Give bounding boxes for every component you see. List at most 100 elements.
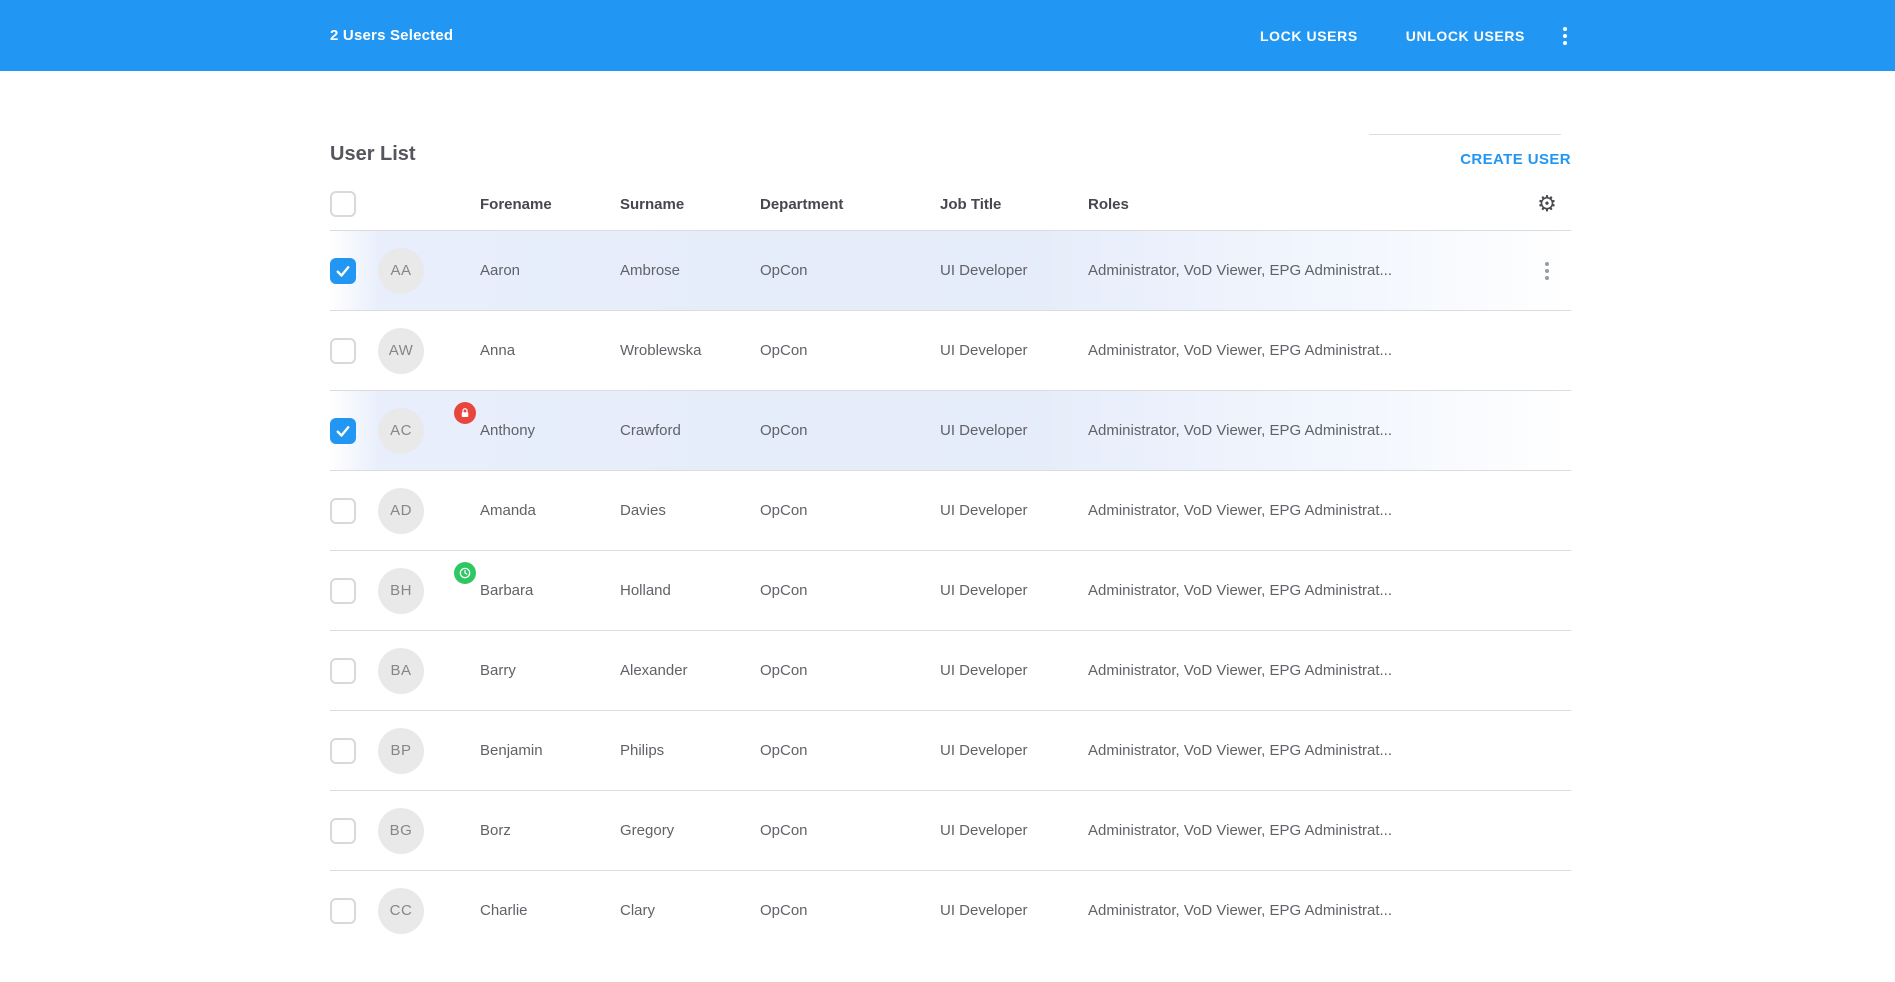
avatar-initials: CC [390, 902, 413, 919]
table-row[interactable]: AA Aaron Ambrose OpCon UI Developer [330, 230, 1571, 310]
row-checkbox[interactable] [330, 818, 356, 844]
department-cell: OpCon [760, 742, 940, 759]
column-header-job-title: Job Title [940, 196, 1088, 213]
surname-cell: Gregory [620, 822, 760, 839]
page-title: User List [330, 143, 416, 178]
row-checkbox[interactable] [330, 258, 356, 284]
roles-cell: Administrator, VoD Viewer, EPG Administr… [1088, 902, 1523, 919]
table-row[interactable]: BP Benjamin Philips OpCon UI Developer [330, 710, 1571, 790]
department-cell: OpCon [760, 262, 940, 279]
row-checkbox[interactable] [330, 578, 356, 604]
avatar: AW [378, 328, 424, 374]
department-cell: OpCon [760, 502, 940, 519]
surname-cell: Wroblewska [620, 342, 760, 359]
avatar: BP [378, 728, 424, 774]
column-header-forename: Forename [480, 196, 620, 213]
row-overflow-menu-icon[interactable] [1535, 256, 1559, 286]
user-table-body: AA Aaron Ambrose OpCon UI Developer [330, 230, 1571, 950]
job-title-cell: UI Developer [940, 502, 1088, 519]
surname-cell: Philips [620, 742, 760, 759]
avatar-initials: BP [390, 742, 411, 759]
roles-cell: Administrator, VoD Viewer, EPG Administr… [1088, 742, 1523, 759]
roles-cell: Administrator, VoD Viewer, EPG Administr… [1088, 342, 1523, 359]
roles-cell: Administrator, VoD Viewer, EPG Administr… [1088, 662, 1523, 679]
page-header-actions: CREATE USER [1369, 109, 1571, 178]
row-checkbox[interactable] [330, 738, 356, 764]
avatar: BH [378, 568, 424, 614]
table-row[interactable]: BG Borz Gregory OpCon UI Developer A [330, 790, 1571, 870]
forename-cell: Barbara [480, 582, 620, 599]
surname-cell: Ambrose [620, 262, 760, 279]
roles-cell: Administrator, VoD Viewer, EPG Administr… [1088, 262, 1523, 279]
job-title-cell: UI Developer [940, 662, 1088, 679]
column-header-roles: Roles [1088, 196, 1523, 213]
check-icon [334, 262, 352, 280]
avatar-cell: CC [378, 888, 480, 934]
row-checkbox[interactable] [330, 658, 356, 684]
search-input[interactable] [1369, 109, 1561, 135]
create-user-button[interactable]: CREATE USER [1460, 147, 1571, 178]
job-title-cell: UI Developer [940, 742, 1088, 759]
table-row[interactable]: AD Amanda Davies OpCon UI Developer [330, 470, 1571, 550]
job-title-cell: UI Developer [940, 582, 1088, 599]
surname-cell: Clary [620, 902, 760, 919]
table-row[interactable]: BA Barry Alexander OpCon UI Developer [330, 630, 1571, 710]
department-cell: OpCon [760, 342, 940, 359]
avatar-initials: BG [390, 822, 413, 839]
row-checkbox[interactable] [330, 338, 356, 364]
select-all-checkbox[interactable] [330, 191, 356, 217]
department-cell: OpCon [760, 582, 940, 599]
row-checkbox[interactable] [330, 418, 356, 444]
job-title-cell: UI Developer [940, 422, 1088, 439]
table-settings-gear-icon[interactable]: ⚙ [1535, 191, 1559, 217]
avatar: AD [378, 488, 424, 534]
selection-count-text: 2 Users Selected [330, 27, 453, 44]
avatar: AC [378, 408, 424, 454]
avatar: AA [378, 248, 424, 294]
avatar-cell: AC [378, 408, 480, 454]
roles-cell: Administrator, VoD Viewer, EPG Administr… [1088, 582, 1523, 599]
roles-cell: Administrator, VoD Viewer, EPG Administr… [1088, 822, 1523, 839]
avatar-initials: AA [390, 262, 411, 279]
main-content: User List CREATE USER Forename Surname D… [330, 71, 1571, 950]
unlock-users-button[interactable]: UNLOCK USERS [1404, 22, 1527, 50]
pending-badge-icon [454, 562, 476, 584]
surname-cell: Crawford [620, 422, 760, 439]
surname-cell: Alexander [620, 662, 760, 679]
department-cell: OpCon [760, 822, 940, 839]
avatar-cell: BP [378, 728, 480, 774]
row-checkbox[interactable] [330, 498, 356, 524]
check-icon [334, 422, 352, 440]
surname-cell: Davies [620, 502, 760, 519]
table-row[interactable]: AC Anthony Crawford OpCon UI Developer [330, 390, 1571, 470]
forename-cell: Charlie [480, 902, 620, 919]
job-title-cell: UI Developer [940, 902, 1088, 919]
avatar-cell: BH [378, 568, 480, 614]
column-header-surname: Surname [620, 196, 760, 213]
lock-users-button[interactable]: LOCK USERS [1258, 22, 1360, 50]
roles-cell: Administrator, VoD Viewer, EPG Administr… [1088, 422, 1523, 439]
avatar-cell: AD [378, 488, 480, 534]
avatar-cell: AW [378, 328, 480, 374]
user-table-header: Forename Surname Department Job Title Ro… [330, 178, 1571, 230]
avatar: BA [378, 648, 424, 694]
forename-cell: Anthony [480, 422, 620, 439]
avatar-initials: AW [389, 342, 414, 359]
job-title-cell: UI Developer [940, 822, 1088, 839]
row-checkbox[interactable] [330, 898, 356, 924]
appbar-overflow-menu-icon[interactable] [1553, 21, 1577, 51]
surname-cell: Holland [620, 582, 760, 599]
table-row[interactable]: CC Charlie Clary OpCon UI Developer [330, 870, 1571, 950]
roles-cell: Administrator, VoD Viewer, EPG Administr… [1088, 502, 1523, 519]
department-cell: OpCon [760, 422, 940, 439]
forename-cell: Aaron [480, 262, 620, 279]
avatar-cell: AA [378, 248, 480, 294]
department-cell: OpCon [760, 662, 940, 679]
column-header-department: Department [760, 196, 940, 213]
avatar-initials: AD [390, 502, 412, 519]
department-cell: OpCon [760, 902, 940, 919]
avatar-initials: BA [390, 662, 411, 679]
forename-cell: Anna [480, 342, 620, 359]
table-row[interactable]: AW Anna Wroblewska OpCon UI Developer [330, 310, 1571, 390]
table-row[interactable]: BH Barbara Holland OpCon UI Developer [330, 550, 1571, 630]
